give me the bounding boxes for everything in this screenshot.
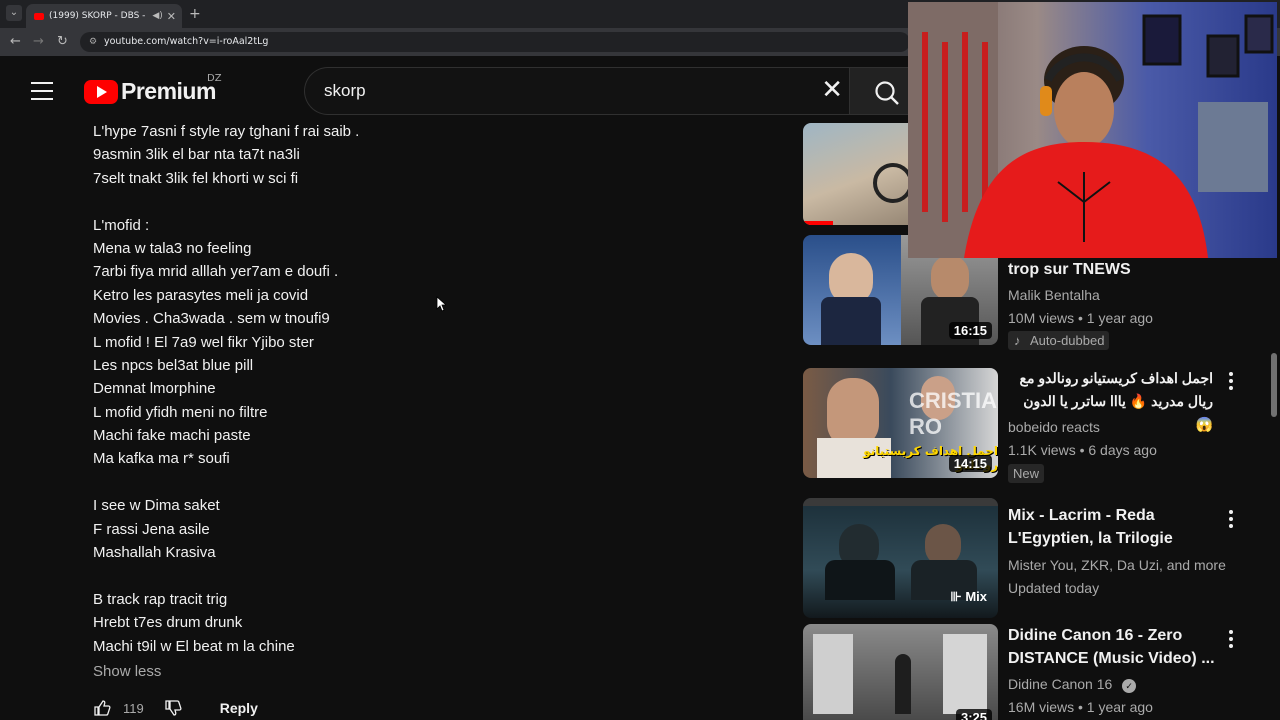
video-meta: 16M views • 1 year ago [1008, 699, 1153, 715]
scrollbar-thumb[interactable] [1271, 353, 1277, 417]
comment-line: Mashallah Krasiva [93, 544, 216, 562]
badge-label: Auto-dubbed [1030, 333, 1105, 348]
comment-line: Ma kafka ma r* soufi [93, 450, 230, 468]
comment-line: B track rap tracit trig [93, 590, 228, 608]
browser-tab-active[interactable]: (1999) SKORP - DBS - You ◀) ✕ [26, 4, 182, 28]
video-thumbnail[interactable]: 3:25 [803, 624, 998, 720]
menu-icon[interactable] [31, 82, 53, 100]
like-count: 119 [123, 700, 144, 716]
video-channel[interactable]: Didine Canon 16 ✓ [1008, 676, 1137, 693]
forward-icon[interactable]: → [33, 34, 44, 49]
streamer-webcam-image [908, 2, 1277, 258]
tab-search-icon[interactable]: ⌄ [6, 5, 22, 21]
video-duration: 16:15 [948, 322, 992, 339]
back-icon[interactable]: ← [10, 34, 21, 49]
comment-line: Machi t9il w El beat m la chine [93, 637, 295, 655]
video-meta: 10M views • 1 year ago [1008, 310, 1153, 326]
mix-text: Mix [965, 589, 987, 604]
comment-line: 7arbi fiya mrid alllah yer7am e doufi . [93, 263, 339, 281]
speaker-icon[interactable]: ◀) [152, 11, 162, 21]
show-less-button[interactable]: Show less [93, 663, 161, 680]
comment-line: Ketro les parasytes meli ja covid [93, 286, 309, 304]
comment-line [93, 471, 359, 494]
video-title[interactable]: trop sur TNEWS [1008, 258, 1223, 281]
dislike-icon[interactable] [164, 699, 182, 717]
like-icon[interactable] [93, 699, 111, 717]
video-meta: 1.1K views • 6 days ago [1008, 442, 1157, 458]
address-bar[interactable]: ⚙ youtube.com/watch?v=i-roAal2tLg [80, 32, 910, 52]
webcam-overlay [908, 2, 1277, 258]
comment-line: L'mofid : [93, 216, 150, 234]
more-actions-icon[interactable] [1229, 372, 1235, 393]
mix-label: ⊪ Mix [945, 588, 992, 606]
video-thumbnail[interactable]: ⊪ Mix [803, 498, 998, 618]
comment-actions: 119 Reply [93, 697, 258, 719]
comment-line: F rassi Jena asile [93, 520, 210, 538]
channel-name: Didine Canon 16 [1008, 676, 1113, 692]
new-tab-button[interactable]: + [189, 6, 201, 22]
verified-icon: ✓ [1122, 679, 1137, 693]
search-input[interactable]: skorp [324, 81, 366, 101]
close-tab-icon[interactable]: ✕ [167, 10, 176, 23]
comment-line: Hrebt t7es drum drunk [93, 614, 243, 632]
video-channel[interactable]: Malik Bentalha [1008, 287, 1100, 303]
mouse-cursor-icon [436, 296, 446, 312]
tab-title: (1999) SKORP - DBS - You [49, 11, 148, 21]
comment-line [93, 190, 359, 213]
comment-line: L mofid yfidh meni no filtre [93, 403, 268, 421]
auto-dubbed-badge: ♪ Auto-dubbed [1008, 331, 1110, 350]
comment-line: L'hype 7asni f style ray tghani f rai sa… [93, 123, 360, 140]
comment-line: L mofid ! El 7a9 wel fikr Yjibo ster [93, 333, 314, 351]
youtube-favicon-icon [34, 12, 44, 20]
more-actions-icon[interactable] [1229, 630, 1235, 651]
video-title[interactable]: Mix - Lacrim - Reda L'Egyptien, la Trilo… [1008, 504, 1223, 550]
new-badge: New [1008, 464, 1045, 483]
mix-icon: ⊪ [950, 589, 966, 604]
comment-line: Movies . Cha3wada . sem w tnoufi9 [93, 310, 330, 328]
url-text: youtube.com/watch?v=i-roAal2tLg [104, 36, 269, 47]
comment-line: 7selt tnakt 3lik fel khorti w sci fi [93, 169, 299, 187]
comment-line: 9asmin 3lik el bar nta ta7t na3li [93, 146, 300, 164]
video-duration: 3:25 [955, 709, 992, 720]
site-info-icon[interactable]: ⚙ [89, 32, 97, 52]
comment-line [93, 564, 359, 587]
video-duration: 14:15 [948, 455, 992, 472]
youtube-premium-logo[interactable]: Premium DZ [84, 73, 222, 105]
logo-text: Premium [121, 78, 216, 104]
comment-line: I see w Dima saket [93, 497, 220, 515]
video-channel[interactable]: bobeido reacts [1008, 419, 1100, 435]
youtube-play-logo-icon [84, 79, 118, 104]
comment-line: Mena w tala3 no feeling [93, 239, 252, 257]
country-code: DZ [207, 73, 222, 84]
comment-line: Machi fake machi paste [93, 427, 251, 445]
search-icon [875, 81, 899, 105]
more-actions-icon[interactable] [1229, 510, 1235, 531]
reload-icon[interactable]: ↻ [57, 34, 68, 49]
dub-icon: ♪ [1014, 333, 1021, 348]
comment-line: Les npcs bel3at blue pill [93, 356, 254, 374]
comment-text: L'hype 7asni f style ray tghani f rai sa… [93, 120, 359, 658]
search-box[interactable]: skorp ✕ [304, 67, 849, 115]
thumbnail-overlay-text: CRISTIANO RO [909, 388, 998, 439]
video-channel[interactable]: Mister You, ZKR, Da Uzi, and more [1008, 557, 1226, 573]
clear-search-icon[interactable]: ✕ [821, 77, 843, 103]
reply-button[interactable]: Reply [220, 700, 258, 716]
video-meta: Updated today [1008, 580, 1100, 596]
video-title[interactable]: Didine Canon 16 - Zero DISTANCE (Music V… [1008, 624, 1223, 670]
comment-line: Demnat lmorphine [93, 380, 216, 398]
video-thumbnail[interactable]: CRISTIANO RO اجمل اهداف كريستيانو رونالد… [803, 368, 998, 478]
